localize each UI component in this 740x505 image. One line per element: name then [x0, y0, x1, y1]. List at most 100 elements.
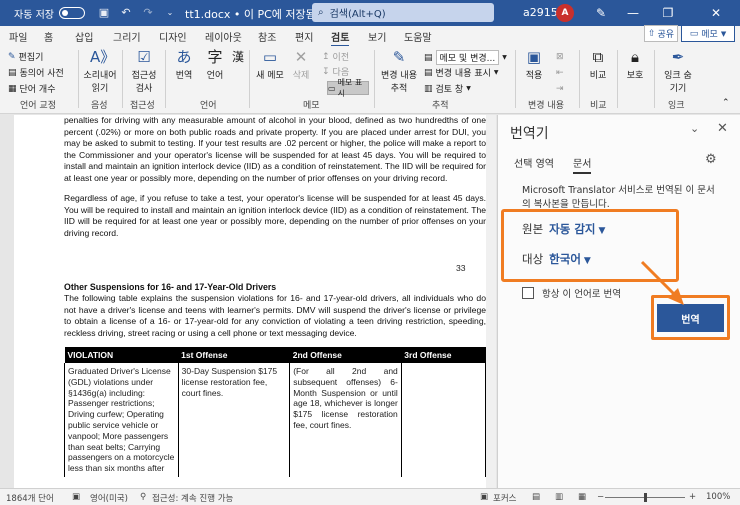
- translate-button[interactable]: 번역: [657, 304, 724, 332]
- redo-icon[interactable]: ↷: [141, 6, 155, 20]
- show-comments-button[interactable]: ▭ 메모 표시: [327, 78, 369, 98]
- previous-change-icon[interactable]: ⇤: [556, 68, 564, 78]
- new-comment-label: 새 메모: [256, 71, 284, 81]
- tab-help[interactable]: 도움말: [404, 29, 432, 44]
- table-cell[interactable]: Graduated Driver's License (GDL) violati…: [64, 363, 179, 477]
- table-cell[interactable]: [400, 363, 487, 477]
- paragraph[interactable]: The following table explains the suspens…: [64, 293, 486, 339]
- editor-button[interactable]: ✎ 편집기: [8, 50, 43, 64]
- pen-icon[interactable]: ✎: [585, 0, 617, 26]
- gear-icon[interactable]: ⚙: [705, 152, 717, 167]
- violations-table[interactable]: VIOLATION 1st Offense 2nd Offense 3rd Of…: [64, 347, 487, 477]
- track-changes-icon: ✎: [392, 48, 406, 66]
- focus-icon[interactable]: ▣: [480, 492, 488, 502]
- table-header[interactable]: 2nd Offense: [289, 347, 402, 363]
- minimize-icon[interactable]: —: [617, 0, 649, 26]
- reject-icon[interactable]: ⊠: [556, 52, 564, 62]
- tab-references[interactable]: 참조: [258, 29, 276, 44]
- table-cell[interactable]: 30-Day Suspension $175 license restorati…: [177, 363, 291, 477]
- show-markup-button[interactable]: ▤ 변경 내용 표시 ▼: [424, 66, 499, 80]
- zoom-out-icon[interactable]: −: [597, 492, 604, 502]
- customize-quick-access-icon[interactable]: ⌄: [163, 6, 177, 20]
- chinese-conversion-button[interactable]: 漢: [228, 48, 244, 68]
- tab-draw[interactable]: 그리기: [113, 29, 141, 44]
- document-title[interactable]: tt1.docx • 이 PC에 저장됨 ⌄: [185, 6, 329, 22]
- new-comment-button[interactable]: ▭ 새 메모: [253, 48, 287, 81]
- compare-button[interactable]: ⧉ 비교: [583, 48, 613, 81]
- table-header[interactable]: 3rd Offense: [401, 347, 486, 363]
- tab-layout[interactable]: 레이아웃: [205, 29, 242, 44]
- read-mode-icon[interactable]: ▤: [532, 492, 540, 502]
- close-icon[interactable]: ✕: [700, 0, 732, 26]
- next-change-icon[interactable]: ⇥: [556, 84, 564, 94]
- print-layout-icon[interactable]: ▥: [555, 492, 563, 502]
- collapse-ribbon-icon[interactable]: ⌃: [722, 98, 730, 108]
- tab-view[interactable]: 보기: [368, 29, 386, 44]
- zoom-in-icon[interactable]: +: [689, 492, 696, 502]
- table-header[interactable]: 1st Offense: [178, 347, 290, 363]
- group-label-speech: 음성: [91, 101, 108, 111]
- avatar[interactable]: A: [556, 4, 574, 22]
- ink-icon: ✒: [671, 48, 685, 66]
- zoom-level[interactable]: 100%: [706, 492, 730, 502]
- delete-comment-button[interactable]: ✕ 삭제: [288, 48, 314, 81]
- paragraph[interactable]: Regardless of age, if you refuse to take…: [64, 193, 486, 239]
- pane-options-icon[interactable]: ⌄: [690, 122, 699, 135]
- thesaurus-icon: ▤: [8, 67, 17, 78]
- comments-button[interactable]: ▭ 메모 ▼: [681, 25, 735, 42]
- proofing-status-icon[interactable]: ▣: [72, 492, 80, 502]
- protect-button[interactable]: 🔒︎ 보호: [620, 48, 650, 81]
- hide-ink-button[interactable]: ✒ 잉크 숨 기기: [658, 48, 698, 94]
- zoom-slider-thumb[interactable]: [644, 493, 647, 502]
- delete-comment-icon: ✕: [294, 48, 308, 66]
- section-heading[interactable]: Other Suspensions for 16- and 17-Year-Ol…: [64, 282, 276, 292]
- search-input[interactable]: ⌕ 검색(Alt+Q): [312, 3, 494, 22]
- review-pane-icon: ▥: [424, 83, 433, 94]
- table-cell[interactable]: (For all 2nd and subsequent offenses) 6-…: [289, 363, 402, 477]
- tab-file[interactable]: 파일: [9, 29, 27, 44]
- thesaurus-button[interactable]: ▤ 동의어 사전: [8, 66, 64, 80]
- show-comments-icon: ▭: [328, 83, 336, 93]
- document-page[interactable]: penalties for driving with any measurabl…: [14, 115, 494, 488]
- autosave-switch[interactable]: [58, 7, 85, 19]
- focus-mode[interactable]: 포커스: [493, 492, 516, 504]
- translate-ribbon-button[interactable]: あ 번역: [169, 48, 199, 81]
- tab-insert[interactable]: 삽입: [75, 29, 93, 44]
- separator: [165, 50, 166, 108]
- previous-comment-button[interactable]: ↥ 이전: [322, 50, 349, 64]
- accessibility-status-icon[interactable]: ⚲: [140, 492, 146, 502]
- paragraph[interactable]: penalties for driving with any measurabl…: [64, 115, 486, 185]
- tab-selection[interactable]: 선택 영역: [514, 155, 554, 170]
- language-status[interactable]: 영어(미국): [90, 492, 128, 504]
- track-changes-button[interactable]: ✎ 변경 내용 추적: [378, 48, 420, 94]
- autosave-toggle[interactable]: 자동 저장: [14, 6, 85, 21]
- accessibility-check-button[interactable]: ☑ 접근성 검사: [126, 48, 162, 94]
- user-name[interactable]: a2915: [523, 6, 558, 19]
- markup-select[interactable]: ▤ 메모 및 변경... ▼: [424, 50, 507, 65]
- review-pane-button[interactable]: ▥ 검토 창 ▼: [424, 82, 471, 96]
- word-count-status[interactable]: 1864개 단어: [6, 492, 54, 504]
- markup-label: 메모 및 변경...: [435, 50, 500, 65]
- word-count-button[interactable]: ▦ 단어 개수: [8, 82, 56, 96]
- vertical-scrollbar[interactable]: [486, 115, 496, 488]
- accessibility-status[interactable]: 접근성: 계속 진행 가능: [152, 492, 233, 504]
- save-icon[interactable]: ▣: [97, 6, 111, 20]
- tab-design[interactable]: 디자인: [159, 29, 187, 44]
- table-header[interactable]: VIOLATION: [64, 347, 179, 363]
- group-label-accessibility: 접근성: [130, 101, 155, 111]
- undo-icon[interactable]: ↶: [119, 6, 133, 20]
- web-layout-icon[interactable]: ▦: [578, 492, 586, 502]
- restore-icon[interactable]: ❐: [652, 0, 684, 26]
- read-aloud-button[interactable]: A》 소리내어 읽기: [82, 48, 118, 94]
- tab-document[interactable]: 문서: [573, 155, 592, 174]
- language-button[interactable]: 字 언어: [202, 48, 228, 81]
- accept-button[interactable]: ▣ 적용: [519, 48, 549, 81]
- close-pane-icon[interactable]: ✕: [717, 121, 728, 136]
- share-button[interactable]: ⇧ 공유: [644, 25, 678, 42]
- always-translate-checkbox[interactable]: [522, 287, 534, 299]
- tab-review[interactable]: 검토: [331, 29, 350, 47]
- tab-home[interactable]: 홈: [44, 29, 53, 44]
- tab-mailings[interactable]: 편지: [295, 29, 313, 44]
- thesaurus-label: 동의어 사전: [19, 69, 64, 79]
- always-translate-option[interactable]: 항상 이 언어로 번역: [522, 286, 621, 300]
